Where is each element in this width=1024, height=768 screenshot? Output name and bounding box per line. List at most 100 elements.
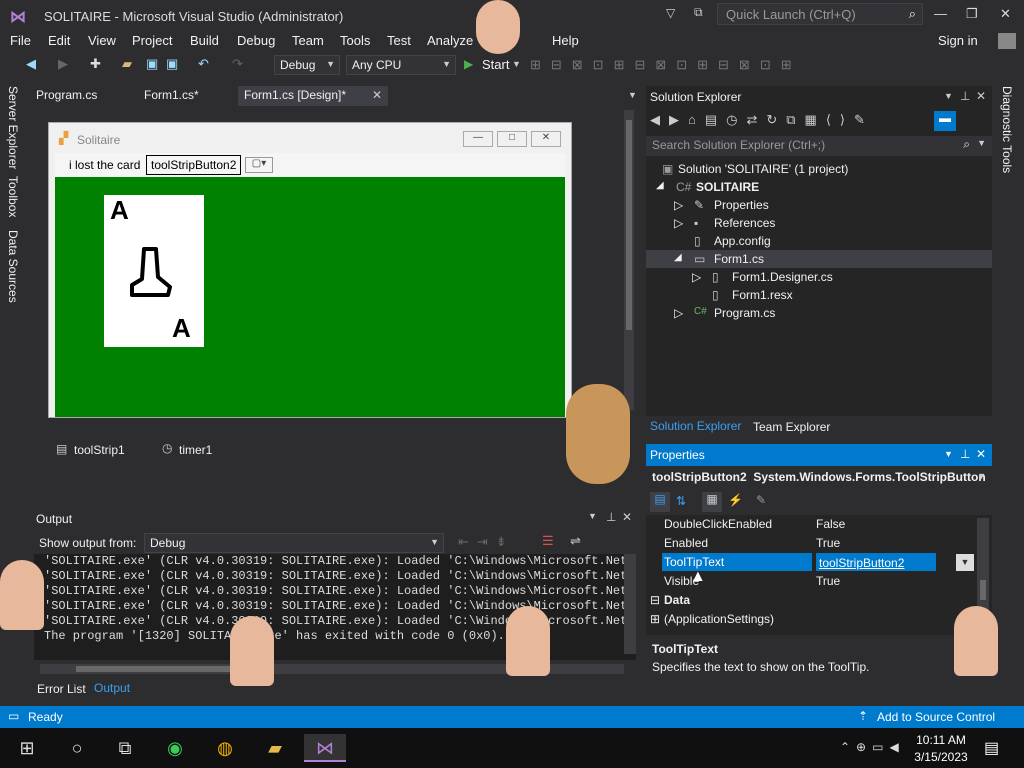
tray-toolstrip1[interactable]: toolStrip1 — [74, 443, 125, 457]
toolbox-tab[interactable]: Toolbox — [6, 176, 20, 217]
redo-icon[interactable]: ↷ — [232, 57, 246, 71]
form-window[interactable]: ▞ Solitaire — □ ✕ i lost the card toolSt… — [48, 122, 572, 418]
output-pin-icon[interactable]: ⊥ — [606, 510, 616, 524]
save-all-icon[interactable]: ▣ — [166, 57, 180, 71]
toolstrip-button2[interactable]: toolStripButton2 — [146, 155, 242, 175]
quick-launch-input[interactable]: Quick Launch (Ctrl+Q) ⌕ — [717, 3, 923, 25]
output-tab[interactable]: Output — [90, 680, 135, 696]
tray-icons[interactable]: ⌃⊕▭◀ — [840, 740, 905, 754]
form-maximize-button[interactable]: □ — [497, 131, 527, 147]
account-avatar-icon[interactable] — [998, 33, 1016, 49]
tree-item-appconfig[interactable]: ▯ App.config — [646, 232, 992, 250]
tab-program-cs[interactable]: Program.cs — [30, 86, 103, 106]
output-close-icon[interactable]: ✕ — [622, 510, 632, 524]
menu-edit[interactable]: Edit — [48, 33, 70, 48]
layout-toolbar-icons[interactable]: ⊞⊟⊠⊡⊞⊟⊠⊡⊞⊟⊠⊡⊞ — [530, 57, 930, 73]
properties-close-icon[interactable]: ✕ — [976, 447, 986, 461]
chrome-icon[interactable]: ◍ — [210, 734, 240, 762]
tree-item-form1-resx[interactable]: ▯ Form1.resx — [646, 286, 992, 304]
clock-date[interactable]: 3/15/2023 — [914, 750, 968, 764]
expand-icon[interactable]: ◢ — [674, 252, 682, 263]
spotify-icon[interactable]: ◉ — [160, 734, 190, 762]
task-view-icon[interactable]: ⧉ — [110, 734, 140, 762]
visual-studio-taskbar-icon[interactable]: ⋈ — [304, 734, 346, 762]
menu-debug[interactable]: Debug — [237, 33, 275, 48]
tab-form1-cs[interactable]: Form1.cs* — [138, 86, 205, 106]
se-active-toggle-icon[interactable]: ▬ — [934, 111, 956, 131]
tooltiptext-value-input[interactable]: toolStripButton2 — [816, 553, 936, 571]
restore-button[interactable]: ❐ — [966, 6, 978, 22]
clock-time[interactable]: 10:11 AM — [914, 733, 968, 747]
notification-icon[interactable]: ▤ — [984, 738, 999, 758]
output-source-select[interactable]: Debug ▼ — [144, 533, 444, 553]
undo-icon[interactable]: ↶ — [198, 57, 212, 71]
collapse-icon[interactable]: ▷ — [674, 306, 683, 320]
properties-object-select[interactable]: toolStripButton2 System.Windows.Forms.To… — [646, 466, 992, 488]
tab-team-explorer[interactable]: Team Explorer — [753, 420, 830, 434]
search-circle-icon[interactable]: ○ — [62, 734, 92, 762]
categorized-icon[interactable]: ▤ — [650, 492, 670, 512]
word-wrap-icon[interactable]: ⇌ — [570, 533, 581, 549]
properties-view-icon[interactable]: ▦ — [702, 492, 722, 512]
menu-test[interactable]: Test — [387, 33, 411, 48]
se-search-dropdown-icon[interactable]: ▼ — [977, 138, 986, 148]
sign-in-link[interactable]: Sign in — [938, 33, 978, 48]
new-project-icon[interactable]: ✚ — [90, 57, 104, 71]
error-list-tab[interactable]: Error List — [37, 682, 86, 696]
clear-all-icon[interactable]: ☰ — [542, 533, 554, 549]
menu-build[interactable]: Build — [190, 33, 219, 48]
properties-pin-icon[interactable]: ⊥ — [960, 447, 970, 461]
output-vscrollbar[interactable] — [624, 554, 636, 654]
add-to-source-control[interactable]: Add to Source Control — [877, 710, 995, 724]
windows-start-icon[interactable]: ⊞ — [12, 734, 42, 762]
output-menu-icon[interactable]: ▼ — [588, 511, 597, 521]
menu-team[interactable]: Team — [292, 33, 324, 48]
platform-select[interactable]: Any CPU ▼ — [346, 55, 456, 75]
se-pin-icon[interactable]: ⊥ — [960, 89, 970, 103]
server-explorer-tab[interactable]: Server Explorer — [6, 86, 20, 169]
minimize-button[interactable]: — — [934, 6, 947, 21]
tree-item-properties[interactable]: ▷ ✎ Properties — [646, 196, 992, 214]
collapse-category-icon[interactable]: ⊟ — [650, 593, 660, 607]
feedback-icon[interactable]: ⧉ — [694, 5, 703, 20]
menu-view[interactable]: View — [88, 33, 116, 48]
tab-form1-design[interactable]: Form1.cs [Design]* ✕ — [238, 86, 388, 106]
tree-item-references[interactable]: ▷ ▪ References — [646, 214, 992, 232]
events-icon[interactable]: ⚡ — [728, 493, 743, 507]
tab-solution-explorer[interactable]: Solution Explorer — [650, 419, 741, 433]
form-close-button[interactable]: ✕ — [531, 131, 561, 147]
tray-timer1[interactable]: timer1 — [179, 443, 212, 457]
tree-item-solution[interactable]: ▣ Solution 'SOLITAIRE' (1 project) — [646, 160, 992, 178]
collapse-icon[interactable]: ▷ — [674, 198, 683, 212]
data-sources-tab[interactable]: Data Sources — [6, 230, 20, 303]
save-icon[interactable]: ▣ — [146, 57, 160, 71]
start-icon[interactable]: ▶ — [464, 57, 473, 71]
object-dropdown-icon[interactable]: ▼ — [977, 471, 986, 481]
category-row[interactable]: ⊟ Data — [646, 591, 992, 610]
property-row[interactable]: ⊞ (ApplicationSettings) — [646, 610, 992, 629]
tab-close-icon[interactable]: ✕ — [372, 88, 382, 102]
close-button[interactable]: ✕ — [1000, 6, 1011, 22]
se-search-input[interactable]: Search Solution Explorer (Ctrl+;) ⌕ ▼ — [646, 136, 992, 156]
expand-icon[interactable]: ◢ — [656, 180, 664, 191]
start-dropdown-icon[interactable]: ▼ — [512, 59, 521, 69]
form-minimize-button[interactable]: — — [463, 131, 493, 147]
configuration-select[interactable]: Debug ▼ — [274, 55, 340, 75]
file-explorer-icon[interactable]: ▰ — [260, 734, 290, 762]
property-row[interactable]: Enabled True — [646, 534, 992, 553]
collapse-icon[interactable]: ▷ — [692, 270, 701, 284]
start-button[interactable]: Start — [482, 57, 509, 72]
se-menu-icon[interactable]: ▼ — [944, 91, 953, 101]
menu-tools[interactable]: Tools — [340, 33, 370, 48]
diagnostic-tools-tab[interactable]: Diagnostic Tools — [1000, 86, 1014, 173]
properties-menu-icon[interactable]: ▼ — [944, 449, 953, 459]
designer-scrollbar[interactable] — [624, 110, 634, 410]
playing-card[interactable]: A A — [104, 195, 204, 347]
open-folder-icon[interactable]: ▰ — [122, 57, 136, 71]
tree-item-program[interactable]: ▷ C# Program.cs — [646, 304, 992, 322]
tab-overflow-icon[interactable]: ▼ — [628, 90, 637, 100]
toolstrip-add-item-icon[interactable]: ▢▾ — [245, 157, 273, 173]
property-row[interactable]: DoubleClickEnabled False — [646, 515, 992, 534]
menu-help[interactable]: Help — [552, 33, 579, 48]
back-icon[interactable]: ◀ — [26, 57, 40, 71]
